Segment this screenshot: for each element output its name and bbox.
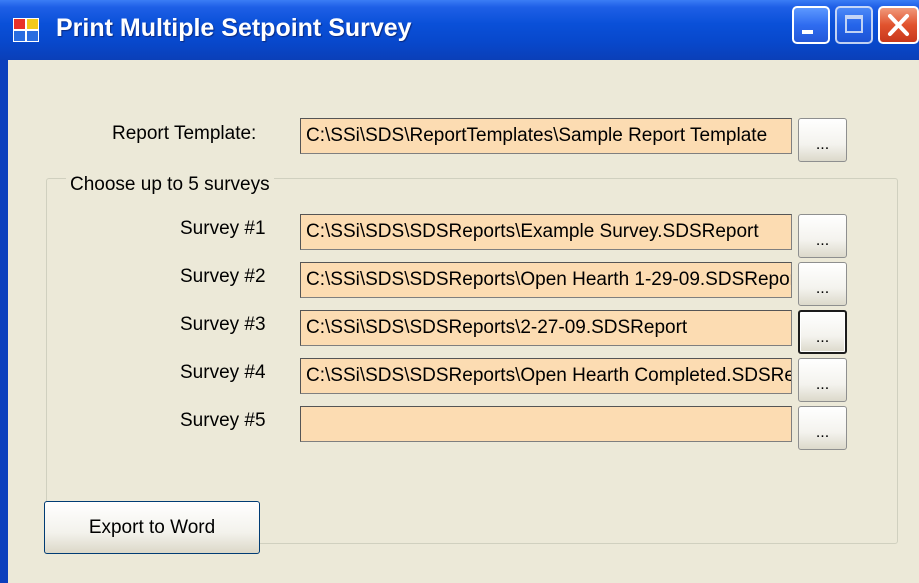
- window-title: Print Multiple Setpoint Survey: [56, 14, 412, 42]
- maximize-button[interactable]: [835, 6, 873, 44]
- close-icon: [888, 14, 909, 36]
- survey-1-label: Survey #1: [180, 218, 266, 239]
- survey-3-label: Survey #3: [180, 314, 266, 335]
- survey-2-label: Survey #2: [180, 266, 266, 287]
- survey-4-field[interactable]: C:\SSi\SDS\SDSReports\Open Hearth Comple…: [300, 358, 792, 394]
- survey-5-field[interactable]: [300, 406, 792, 442]
- app-icon: [13, 18, 39, 42]
- survey-5-browse-button[interactable]: ...: [798, 406, 847, 450]
- report-template-label: Report Template:: [112, 123, 257, 144]
- survey-5-label: Survey #5: [180, 410, 266, 431]
- report-template-field[interactable]: C:\SSi\SDS\ReportTemplates\Sample Report…: [300, 118, 792, 154]
- survey-2-browse-button[interactable]: ...: [798, 262, 847, 306]
- maximize-icon: [845, 15, 863, 33]
- survey-3-browse-button[interactable]: ...: [798, 310, 847, 354]
- dialog-window: Print Multiple Setpoint Survey Report Te…: [0, 0, 919, 583]
- survey-3-field[interactable]: C:\SSi\SDS\SDSReports\2-27-09.SDSReport: [300, 310, 792, 346]
- survey-1-browse-button[interactable]: ...: [798, 214, 847, 258]
- survey-1-field[interactable]: C:\SSi\SDS\SDSReports\Example Survey.SDS…: [300, 214, 792, 250]
- report-template-browse-button[interactable]: ...: [798, 118, 847, 162]
- title-bar[interactable]: Print Multiple Setpoint Survey: [0, 0, 919, 60]
- close-button[interactable]: [878, 6, 919, 44]
- export-to-word-button[interactable]: Export to Word: [44, 501, 260, 554]
- survey-2-field[interactable]: C:\SSi\SDS\SDSReports\Open Hearth 1-29-0…: [300, 262, 792, 298]
- dialog-client-area: Report Template: C:\SSi\SDS\ReportTempla…: [8, 60, 919, 583]
- minimize-icon: [802, 30, 813, 34]
- survey-4-browse-button[interactable]: ...: [798, 358, 847, 402]
- surveys-group-label: Choose up to 5 surveys: [66, 174, 274, 196]
- minimize-button[interactable]: [792, 6, 830, 44]
- survey-4-label: Survey #4: [180, 362, 266, 383]
